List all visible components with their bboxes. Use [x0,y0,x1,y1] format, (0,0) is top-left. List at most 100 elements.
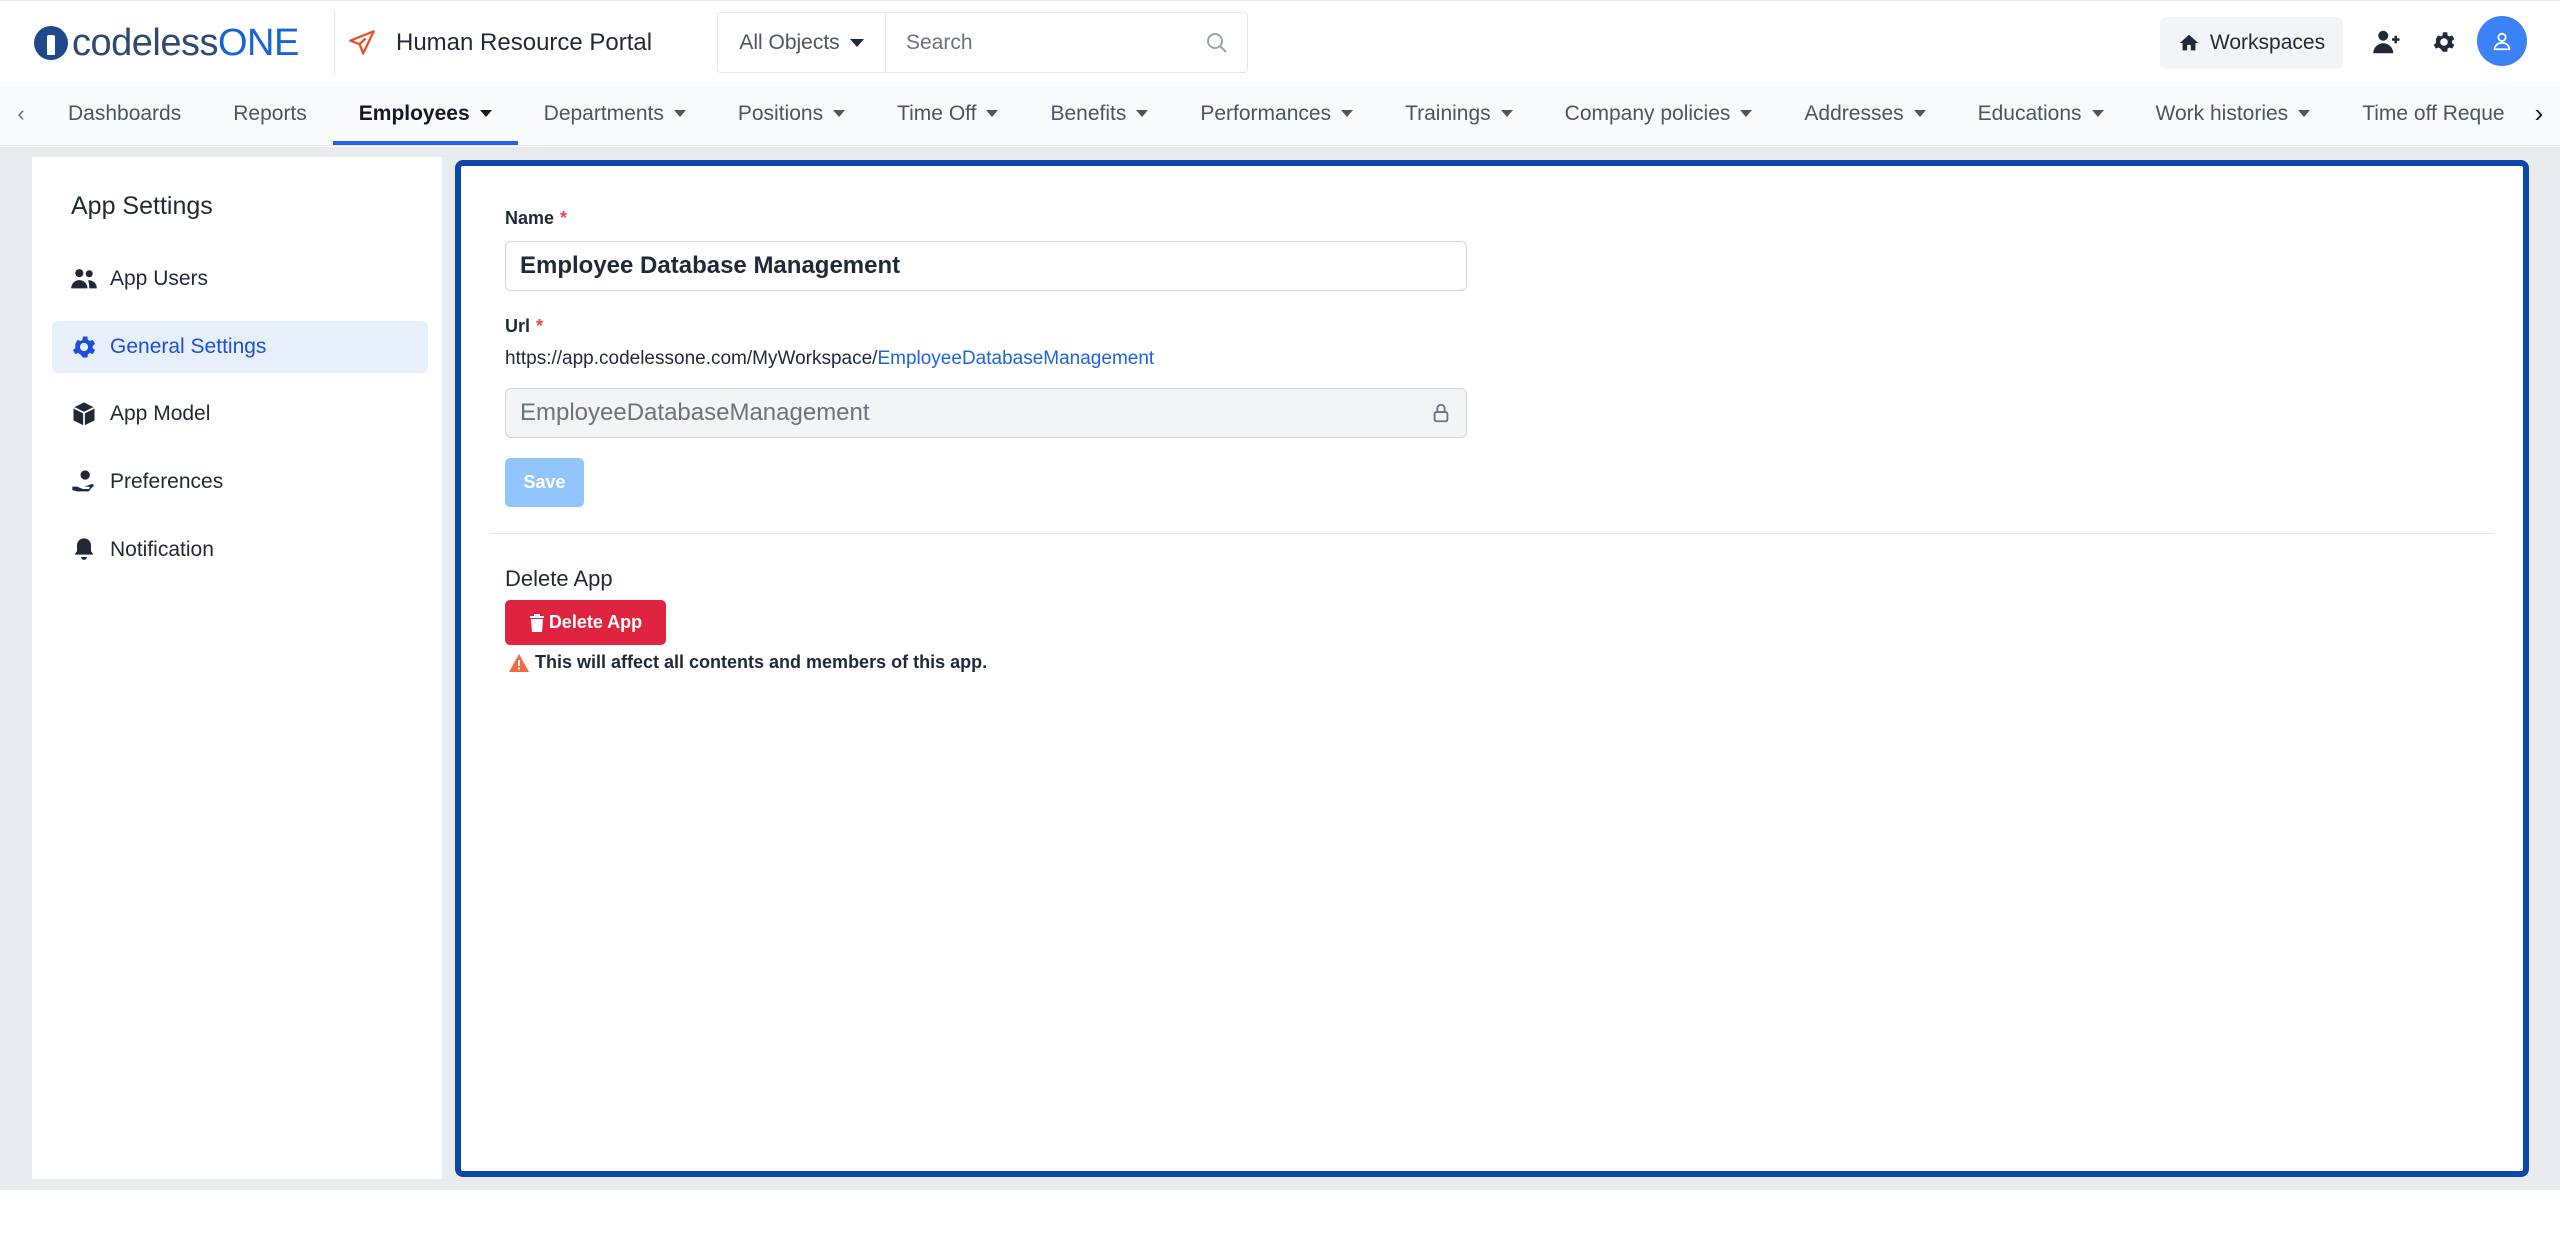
caret-down-icon [2091,110,2104,117]
section-divider [490,533,2494,534]
caret-down-icon [849,38,864,47]
home-icon [2179,34,2199,51]
caret-down-icon [1740,110,1753,117]
nav-tab-time-off-reque[interactable]: Time off Reque [2336,82,2518,145]
url-prefix: https://app.codelessone.com/MyWorkspace/ [505,348,878,369]
caret-down-icon [2298,110,2311,117]
app-title[interactable]: Human Resource Portal [348,23,652,63]
nav-tab-trainings[interactable]: Trainings [1379,82,1539,145]
logo-text-part1: codeless [72,21,218,64]
nav-tab-label: Company policies [1564,101,1731,125]
sidebar-item-label: App Users [110,267,209,290]
save-button[interactable]: Save [505,458,584,507]
trash-icon [529,613,544,632]
sidebar-item-notification[interactable]: Notification [52,524,428,576]
nav-tab-positions[interactable]: Positions [712,82,871,145]
nav-tab-benefits[interactable]: Benefits [1024,82,1174,145]
general-settings-panel: Name * Employee Database Management Url * … [455,160,2529,1177]
users-icon [71,269,97,289]
nav-tab-label: Time off Reque [2362,101,2505,125]
sidebar-item-app-users[interactable]: App Users [52,253,428,305]
nav-tab-addresses[interactable]: Addresses [1778,82,1951,145]
required-marker: * [560,208,568,228]
url-label-text: Url [505,316,531,336]
nav-tab-work-histories[interactable]: Work histories [2130,82,2337,145]
url-field-label: Url * [505,316,543,337]
sidebar-item-label: Notification [110,538,214,561]
gear-icon [72,336,96,358]
search-icon[interactable] [1187,13,1247,72]
search-input[interactable] [886,13,1187,72]
sidebar-item-label: Preferences [110,470,224,493]
logo-text-part2: ONE [217,21,299,64]
bell-icon [74,538,94,560]
name-label-text: Name [505,208,555,228]
user-icon [2493,32,2511,51]
gear-icon[interactable] [2427,25,2461,59]
workspaces-label: Workspaces [2209,31,2326,54]
nav-tab-label: Educations [1977,101,2082,125]
nav-items: Dashboards Reports Employees Departments Pos… [42,82,2518,145]
required-marker: * [536,316,544,336]
caret-down-icon [479,110,492,117]
global-search: All Objects [717,12,1248,73]
sidebar-item-preferences[interactable]: Preferences [52,456,428,508]
nav-tab-educations[interactable]: Educations [1952,82,2130,145]
nav-tab-label: Performances [1200,101,1332,125]
url-preview: https://app.codelessone.com/MyWorkspace/… [505,348,1154,370]
nav-tab-label: Departments [543,101,664,125]
url-slug-value: EmployeeDatabaseManagement [520,399,870,426]
name-field-label: Name * [505,208,567,229]
sidebar-item-label: App Model [110,402,211,425]
caret-down-icon [1913,110,1926,117]
codelessone-logo[interactable]: codelessONE [34,21,299,65]
nav-tab-label: Reports [233,101,307,125]
nav-tab-departments[interactable]: Departments [518,82,712,145]
nav-scroll-left-icon[interactable]: ‹ [0,82,42,145]
lock-icon [1433,403,1449,423]
sidebar-title: App Settings [71,192,213,220]
nav-tab-label: Employees [358,101,470,125]
sidebar-item-general-settings[interactable]: General Settings [52,321,428,373]
nav-tab-reports[interactable]: Reports [207,82,333,145]
add-user-icon[interactable] [2370,25,2404,59]
nav-tab-label: Dashboards [68,101,182,125]
nav-tab-label: Positions [737,101,824,125]
delete-app-button-label: Delete App [548,612,643,632]
paper-plane-icon [349,30,375,55]
hand-user-icon [72,470,94,492]
object-filter-select[interactable]: All Objects [718,13,886,72]
nav-tab-label: Work histories [2155,101,2289,125]
sidebar-item-label: General Settings [110,335,267,358]
nav-tab-label: Time Off [897,101,977,125]
nav-tab-performances[interactable]: Performances [1174,82,1379,145]
caret-down-icon [986,110,999,117]
caret-down-icon [673,110,686,117]
sidebar-item-app-model[interactable]: App Model [52,388,428,440]
delete-app-button[interactable]: Delete App [505,600,666,645]
warning-icon [509,653,529,672]
caret-down-icon [833,110,846,117]
url-slug-link[interactable]: EmployeeDatabaseManagement [877,348,1154,369]
nav-tab-label: Trainings [1405,101,1491,125]
delete-app-heading: Delete App [505,566,613,591]
logo-mark-icon [34,26,68,60]
name-input[interactable]: Employee Database Management [505,241,1467,291]
object-nav-bar: ‹ Dashboards Reports Employees Departments P… [0,82,2560,146]
nav-tab-time-off[interactable]: Time Off [871,82,1024,145]
app-title-label: Human Resource Portal [396,29,653,56]
nav-scroll-right-icon[interactable]: › [2518,82,2560,145]
divider [334,11,335,75]
delete-warning-text: This will affect all contents and member… [535,652,988,672]
top-bar: codelessONE Human Resource Portal All Ob… [0,0,2560,82]
user-avatar[interactable] [2477,16,2527,66]
nav-tab-employees[interactable]: Employees [332,82,518,145]
nav-tab-label: Benefits [1050,101,1127,125]
nav-tab-dashboards[interactable]: Dashboards [42,82,207,145]
caret-down-icon [1136,110,1149,117]
app-settings-sidebar: App Settings App Users General Settings … [32,157,442,1179]
workspaces-button[interactable]: Workspaces [2160,17,2343,69]
nav-tab-company-policies[interactable]: Company policies [1539,82,1779,145]
caret-down-icon [1341,110,1354,117]
nav-tab-label: Addresses [1804,101,1904,125]
